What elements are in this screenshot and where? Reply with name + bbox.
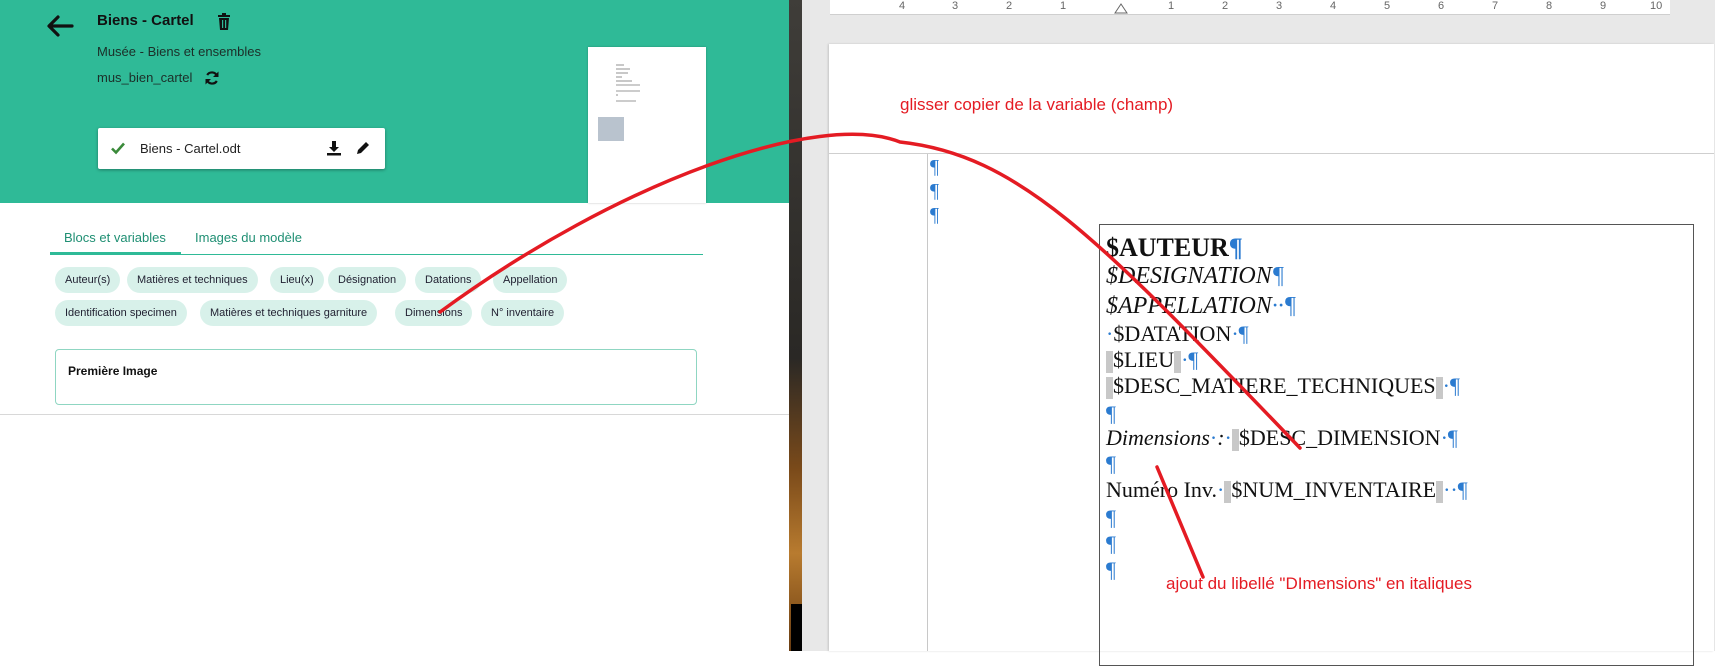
annotation-top: glisser copier de la variable (champ) — [900, 95, 1174, 114]
pilcrow-mark: ¶ — [1450, 373, 1460, 398]
horizontal-ruler[interactable]: 4 3 2 1 1 2 3 4 5 6 7 8 9 10 — [830, 0, 1670, 15]
var-auteur: $AUTEUR — [1106, 233, 1229, 262]
refresh-icon[interactable] — [204, 70, 220, 86]
line-appellation[interactable]: $APPELLATION··¶ — [1106, 293, 1296, 320]
pilcrow-mark: ¶ — [1457, 477, 1468, 502]
ruler-number: 7 — [1492, 0, 1499, 12]
chip-auteurs[interactable]: Auteur(s) — [55, 267, 121, 293]
template-subtitle: Musée - Biens et ensembles — [97, 44, 262, 59]
line-empty: ¶ — [1106, 451, 1116, 477]
ruler-number: 6 — [1438, 0, 1445, 12]
pilcrow-mark: ¶ — [930, 204, 940, 226]
trash-icon[interactable] — [216, 13, 232, 31]
ruler-number: 10 — [1650, 0, 1663, 12]
pilcrow-mark: ¶ — [1447, 425, 1458, 450]
pilcrow-mark: ¶ — [1106, 505, 1116, 530]
back-arrow-icon[interactable] — [44, 12, 76, 40]
annotation-bottom: ajout du libellé "DImensions" en italiqu… — [1166, 574, 1472, 593]
numero-label: Numéro Inv. — [1106, 477, 1217, 502]
tab-blocs-variables[interactable]: Blocs et variables — [64, 230, 166, 245]
chip-numero-inventaire[interactable]: N° inventaire — [481, 300, 565, 326]
pilcrow-mark: ¶ — [1188, 347, 1199, 372]
page-header-line — [829, 153, 1714, 154]
window-border — [802, 0, 810, 651]
desktop-dark-corner — [791, 604, 802, 651]
line-lieu[interactable]: $LIEU ·¶ — [1106, 347, 1198, 373]
desktop-background-strip — [789, 0, 802, 651]
ruler-number: 4 — [899, 0, 906, 12]
tab-images-modele[interactable]: Images du modèle — [195, 230, 302, 245]
download-icon[interactable] — [326, 140, 342, 156]
chip-lieux[interactable]: Lieu(x) — [270, 267, 324, 293]
ruler-number: 8 — [1546, 0, 1553, 12]
chip-dimensions[interactable]: Dimensions — [395, 300, 473, 326]
ruler-number: 1 — [1060, 0, 1067, 12]
ruler-number: 3 — [952, 0, 959, 12]
check-icon — [111, 142, 125, 155]
chip-datations[interactable]: Datations — [415, 267, 482, 293]
ruler-number: 3 — [1276, 0, 1283, 12]
pilcrow-mark: ¶ — [1106, 451, 1116, 476]
margin-line — [927, 154, 928, 651]
chip-matieres-garniture[interactable]: Matières et techniques garniture — [200, 300, 378, 326]
var-datation: $DATATION — [1113, 321, 1232, 346]
ruler-number: 5 — [1384, 0, 1391, 12]
var-appellation: $APPELLATION — [1106, 293, 1272, 319]
pilcrow-mark: ¶ — [1106, 557, 1116, 582]
active-tab-indicator — [50, 252, 181, 254]
chip-designation[interactable]: Désignation — [328, 267, 407, 293]
line-empty: ¶ — [1106, 531, 1116, 557]
dimensions-label: Dimensions — [1106, 425, 1210, 450]
pilcrow-mark: ¶ — [1106, 531, 1116, 556]
document-thumbnail[interactable] — [588, 47, 706, 203]
var-num-inventaire: $NUM_INVENTAIRE — [1231, 477, 1437, 502]
line-empty: ¶ — [1106, 557, 1116, 583]
line-auteur[interactable]: $AUTEUR¶ — [1106, 233, 1243, 263]
file-card: Biens - Cartel.odt — [98, 128, 385, 169]
line-designation[interactable]: $DESIGNATION¶ — [1106, 263, 1284, 290]
first-image-panel[interactable]: Première Image — [55, 349, 697, 405]
panel-bottom-divider — [0, 414, 789, 415]
var-desc-dimension: $DESC_DIMENSION — [1238, 425, 1441, 450]
pilcrow-mark: ¶ — [1106, 401, 1116, 426]
ruler-number: 2 — [1006, 0, 1013, 12]
chip-matieres-techniques[interactable]: Matières et techniques — [127, 267, 258, 293]
ruler-number: 1 — [1168, 0, 1175, 12]
chip-appellation[interactable]: Appellation — [493, 267, 568, 293]
line-empty: ¶ — [1106, 401, 1116, 427]
pilcrow-mark: ¶ — [1271, 263, 1285, 289]
template-code: mus_bien_cartel — [97, 70, 193, 85]
file-name: Biens - Cartel.odt — [140, 141, 241, 156]
page-title: Biens - Cartel — [97, 12, 194, 29]
ruler-number: 4 — [1330, 0, 1337, 12]
pilcrow-mark: ¶ — [1238, 321, 1249, 346]
var-lieu: $LIEU — [1113, 347, 1175, 372]
pilcrow-mark: ¶ — [1283, 293, 1297, 319]
pilcrow-mark: ¶ — [930, 180, 940, 202]
var-designation: $DESIGNATION — [1106, 263, 1272, 289]
indent-marker-icon[interactable] — [1114, 2, 1128, 14]
line-empty: ¶ — [1106, 505, 1116, 531]
template-header: Biens - Cartel Musée - Biens et ensemble… — [0, 0, 789, 203]
first-image-label: Première Image — [68, 364, 158, 378]
pilcrow-mark: ¶ — [930, 156, 940, 178]
var-desc-matiere: $DESC_MATIERE_TECHNIQUES — [1113, 373, 1436, 398]
pilcrow-mark: ¶ — [1228, 233, 1243, 262]
line-desc-matiere[interactable]: $DESC_MATIERE_TECHNIQUES ·¶ — [1106, 373, 1460, 399]
line-dimensions[interactable]: Dimensions·:· $DESC_DIMENSION·¶ — [1106, 425, 1458, 451]
template-text-frame[interactable]: $AUTEUR¶ $DESIGNATION¶ $APPELLATION··¶ ·… — [1099, 224, 1694, 666]
ruler-number: 9 — [1600, 0, 1607, 12]
thumbnail-image-placeholder — [598, 117, 624, 141]
tab-bar: Blocs et variables Images du modèle — [50, 226, 703, 255]
line-numero[interactable]: Numéro Inv.· $NUM_INVENTAIRE ··¶ — [1106, 477, 1468, 503]
chip-identification-specimen[interactable]: Identification specimen — [55, 300, 187, 326]
document-page[interactable]: ¶ ¶ ¶ $AUTEUR¶ $DESIGNATION¶ $APPELLATIO… — [829, 44, 1714, 666]
line-datation[interactable]: ·$DATATION·¶ — [1106, 321, 1249, 347]
ruler-number: 2 — [1222, 0, 1229, 12]
edit-pencil-icon[interactable] — [355, 140, 371, 156]
app-panel: Biens - Cartel Musée - Biens et ensemble… — [0, 0, 789, 651]
